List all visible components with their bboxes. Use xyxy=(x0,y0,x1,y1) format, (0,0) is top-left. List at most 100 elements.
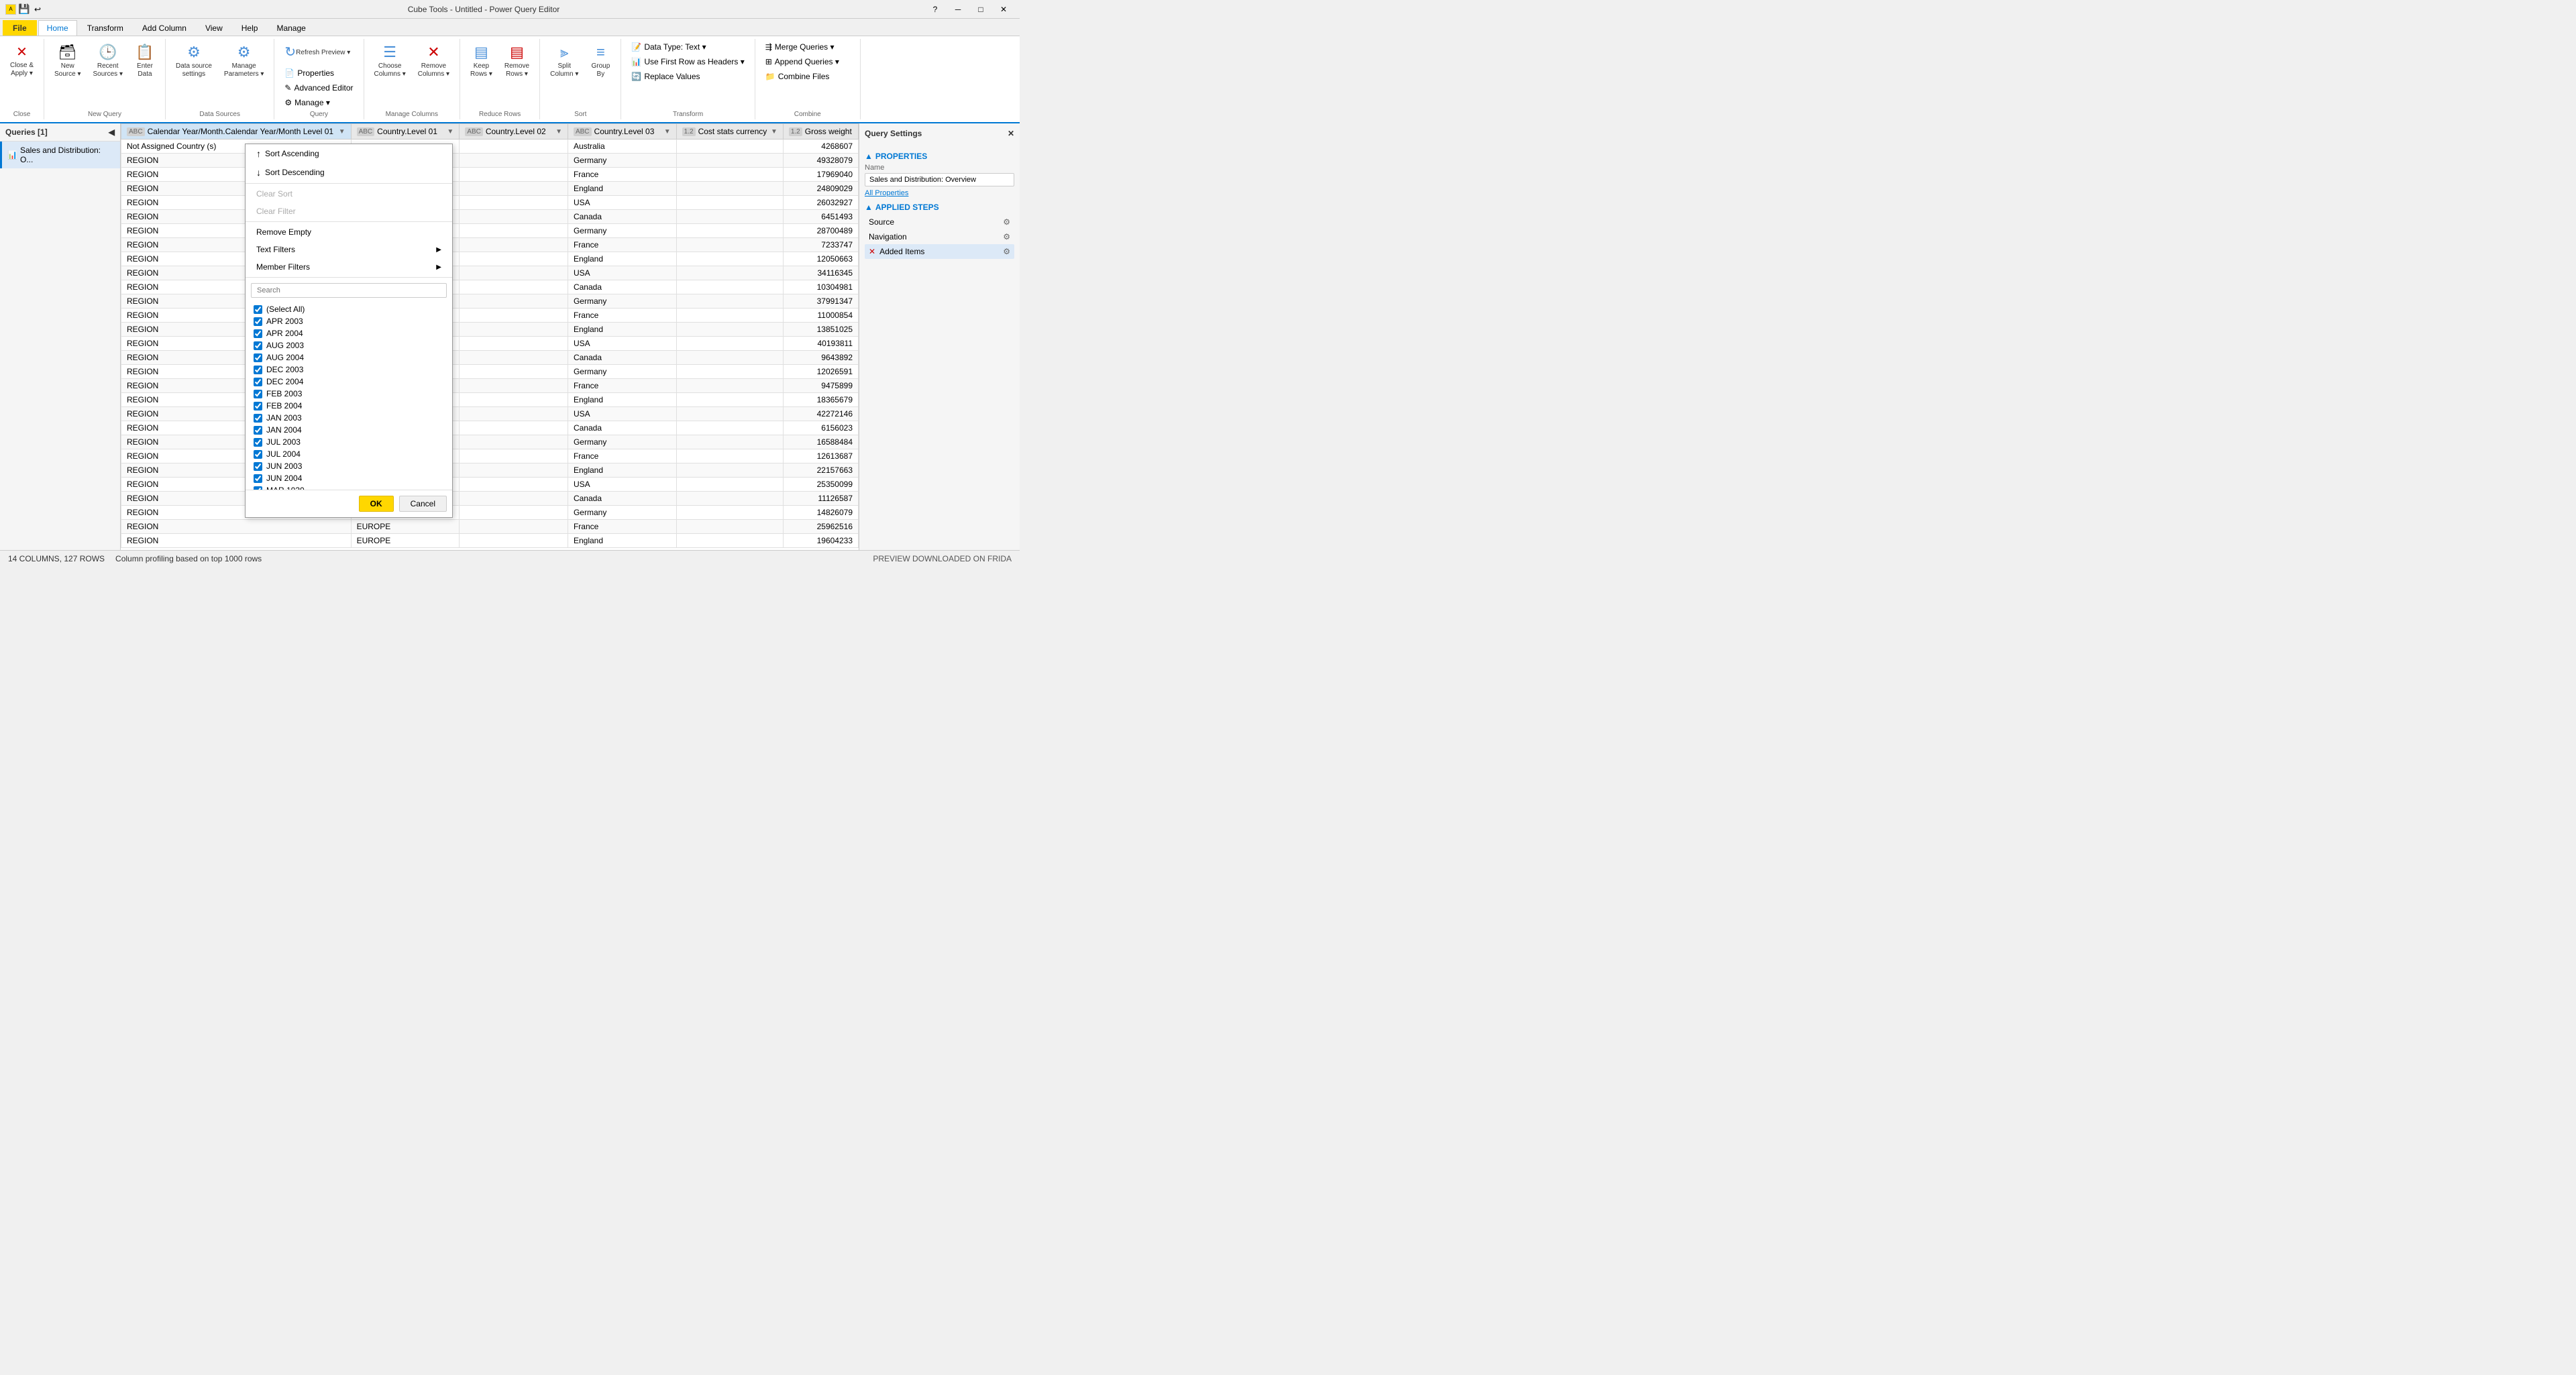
query-item-sales[interactable]: 📊 Sales and Distribution: O... xyxy=(0,142,120,168)
col-filter-country-03-btn[interactable]: ▼ xyxy=(664,128,671,135)
manage-btn[interactable]: ⚙ Manage ▾ xyxy=(280,96,335,109)
col-filter-cost-stats-btn[interactable]: ▼ xyxy=(771,128,777,135)
filter-search-input[interactable] xyxy=(251,283,447,298)
save-icon[interactable]: 💾 xyxy=(19,4,30,15)
tab-help[interactable]: Help xyxy=(233,20,267,36)
filter-jul2003-checkbox[interactable] xyxy=(254,438,262,447)
col-header-cost-stats[interactable]: 1.2 Cost stats currency ▼ xyxy=(676,124,783,140)
filter-cancel-btn[interactable]: Cancel xyxy=(399,496,447,512)
col-header-country-02[interactable]: ABC Country.Level 02 ▼ xyxy=(460,124,568,140)
step-source-gear-icon[interactable]: ⚙ xyxy=(1003,217,1010,227)
filter-select-all-checkbox[interactable] xyxy=(254,305,262,314)
filter-item-jun2003[interactable]: JUN 2003 xyxy=(251,460,447,472)
replace-values-icon: 🔄 xyxy=(631,72,641,81)
tab-add-column[interactable]: Add Column xyxy=(133,20,195,36)
step-added-items-delete-icon[interactable]: ✕ xyxy=(869,247,875,256)
enter-data-btn[interactable]: 📋 EnterData xyxy=(130,40,160,82)
filter-item-jan2003[interactable]: JAN 2003 xyxy=(251,412,447,424)
col-header-country-03[interactable]: ABC Country.Level 03 ▼ xyxy=(568,124,676,140)
col-filter-cal-year-btn[interactable]: ▼ xyxy=(339,128,345,135)
col-filter-country-01-btn[interactable]: ▼ xyxy=(447,128,453,135)
filter-dec2003-checkbox[interactable] xyxy=(254,366,262,374)
filter-item-apr2004[interactable]: APR 2004 xyxy=(251,327,447,339)
step-navigation[interactable]: Navigation ⚙ xyxy=(865,229,1014,244)
filter-jul2004-checkbox[interactable] xyxy=(254,450,262,459)
filter-item-feb2003[interactable]: FEB 2003 xyxy=(251,388,447,400)
advanced-editor-btn[interactable]: ✎ Advanced Editor xyxy=(280,81,358,95)
remove-columns-btn[interactable]: ✕ RemoveColumns ▾ xyxy=(413,40,454,82)
data-source-settings-btn[interactable]: ⚙ Data sourcesettings xyxy=(171,40,217,82)
properties-btn[interactable]: 📄 Properties xyxy=(280,66,339,80)
filter-select-all[interactable]: (Select All) xyxy=(251,303,447,315)
filter-aug2003-checkbox[interactable] xyxy=(254,341,262,350)
filter-feb2004-checkbox[interactable] xyxy=(254,402,262,410)
merge-queries-btn[interactable]: ⇶ Merge Queries ▾ xyxy=(761,40,839,54)
col-type-abc-3: ABC xyxy=(465,127,483,136)
undo-icon[interactable]: ↩ xyxy=(32,4,43,15)
col-header-country-01[interactable]: ABC Country.Level 01 ▼ xyxy=(351,124,460,140)
choose-columns-btn[interactable]: ☰ ChooseColumns ▾ xyxy=(370,40,411,82)
close-query-settings-icon[interactable]: ✕ xyxy=(1008,129,1014,138)
minimize-btn[interactable]: ─ xyxy=(947,3,969,16)
name-input[interactable] xyxy=(865,173,1014,186)
maximize-btn[interactable]: □ xyxy=(970,3,991,16)
tab-file[interactable]: File xyxy=(3,20,37,36)
filter-item-apr2003[interactable]: APR 2003 xyxy=(251,315,447,327)
group-by-btn[interactable]: ≡ GroupBy xyxy=(586,40,615,82)
filter-item-dec2004[interactable]: DEC 2004 xyxy=(251,376,447,388)
tab-view[interactable]: View xyxy=(197,20,231,36)
filter-mar1030-checkbox[interactable] xyxy=(254,486,262,490)
step-navigation-gear-icon[interactable]: ⚙ xyxy=(1003,232,1010,241)
filter-item-jun2004[interactable]: JUN 2004 xyxy=(251,472,447,484)
filter-item-mar1030[interactable]: MAR 1030 xyxy=(251,484,447,490)
refresh-preview-btn[interactable]: ↻ Refresh Preview ▾ xyxy=(280,40,355,65)
append-queries-btn[interactable]: ⊞ Append Queries ▾ xyxy=(761,55,844,68)
filter-item-aug2004[interactable]: AUG 2004 xyxy=(251,351,447,364)
filter-item-jul2003[interactable]: JUL 2003 xyxy=(251,436,447,448)
close-btn[interactable]: ✕ xyxy=(993,3,1014,16)
col-header-cal-year[interactable]: ABC Calendar Year/Month.Calendar Year/Mo… xyxy=(121,124,352,140)
data-type-btn[interactable]: 📝 Data Type: Text ▾ xyxy=(627,40,710,54)
filter-aug2004-checkbox[interactable] xyxy=(254,353,262,362)
help-btn[interactable]: ? xyxy=(924,3,946,16)
col-filter-country-02-btn[interactable]: ▼ xyxy=(555,128,562,135)
use-first-row-btn[interactable]: 📊 Use First Row as Headers ▾ xyxy=(627,55,749,68)
replace-values-btn[interactable]: 🔄 Replace Values xyxy=(627,70,704,83)
combine-files-btn[interactable]: 📁 Combine Files xyxy=(761,70,835,83)
tab-manage[interactable]: Manage xyxy=(268,20,314,36)
manage-parameters-btn[interactable]: ⚙ ManageParameters ▾ xyxy=(219,40,268,82)
filter-feb2003-checkbox[interactable] xyxy=(254,390,262,398)
collapse-queries-icon[interactable]: ◀ xyxy=(109,127,115,137)
sort-descending-item[interactable]: ↓ Sort Descending xyxy=(246,163,452,182)
filter-apr2003-checkbox[interactable] xyxy=(254,317,262,326)
step-added-items-gear-icon[interactable]: ⚙ xyxy=(1003,247,1010,256)
remove-empty-item[interactable]: Remove Empty xyxy=(246,223,452,241)
filter-jun2004-checkbox[interactable] xyxy=(254,474,262,483)
sort-ascending-item[interactable]: ↑ Sort Ascending xyxy=(246,144,452,163)
new-source-btn[interactable]: 🗃 NewSource ▾ xyxy=(50,40,85,82)
filter-apr2004-checkbox[interactable] xyxy=(254,329,262,338)
col-header-gross-weight[interactable]: 1.2 Gross weight xyxy=(783,124,858,140)
recent-sources-btn[interactable]: 🕒 RecentSources ▾ xyxy=(89,40,127,82)
text-filters-item[interactable]: Text Filters ▶ xyxy=(246,241,452,258)
filter-jan2004-checkbox[interactable] xyxy=(254,426,262,435)
filter-dec2004-checkbox[interactable] xyxy=(254,378,262,386)
filter-item-dec2003[interactable]: DEC 2003 xyxy=(251,364,447,376)
filter-jun2003-checkbox[interactable] xyxy=(254,462,262,471)
tab-transform[interactable]: Transform xyxy=(78,20,132,36)
filter-jan2003-checkbox[interactable] xyxy=(254,414,262,423)
filter-item-aug2003[interactable]: AUG 2003 xyxy=(251,339,447,351)
close-apply-btn[interactable]: ✕ Close &Apply ▾ xyxy=(5,40,38,81)
step-source[interactable]: Source ⚙ xyxy=(865,215,1014,229)
filter-item-jul2004[interactable]: JUL 2004 xyxy=(251,448,447,460)
keep-rows-btn[interactable]: ▤ KeepRows ▾ xyxy=(466,40,497,82)
remove-rows-btn[interactable]: ▤ RemoveRows ▾ xyxy=(500,40,534,82)
step-added-items[interactable]: ✕ Added Items ⚙ xyxy=(865,244,1014,259)
filter-item-feb2004[interactable]: FEB 2004 xyxy=(251,400,447,412)
tab-home[interactable]: Home xyxy=(38,20,77,36)
member-filters-item[interactable]: Member Filters ▶ xyxy=(246,258,452,276)
all-properties-link[interactable]: All Properties xyxy=(865,189,1014,197)
split-column-btn[interactable]: ⫸ SplitColumn ▾ xyxy=(545,40,583,82)
filter-ok-btn[interactable]: OK xyxy=(359,496,394,512)
filter-item-jan2004[interactable]: JAN 2004 xyxy=(251,424,447,436)
